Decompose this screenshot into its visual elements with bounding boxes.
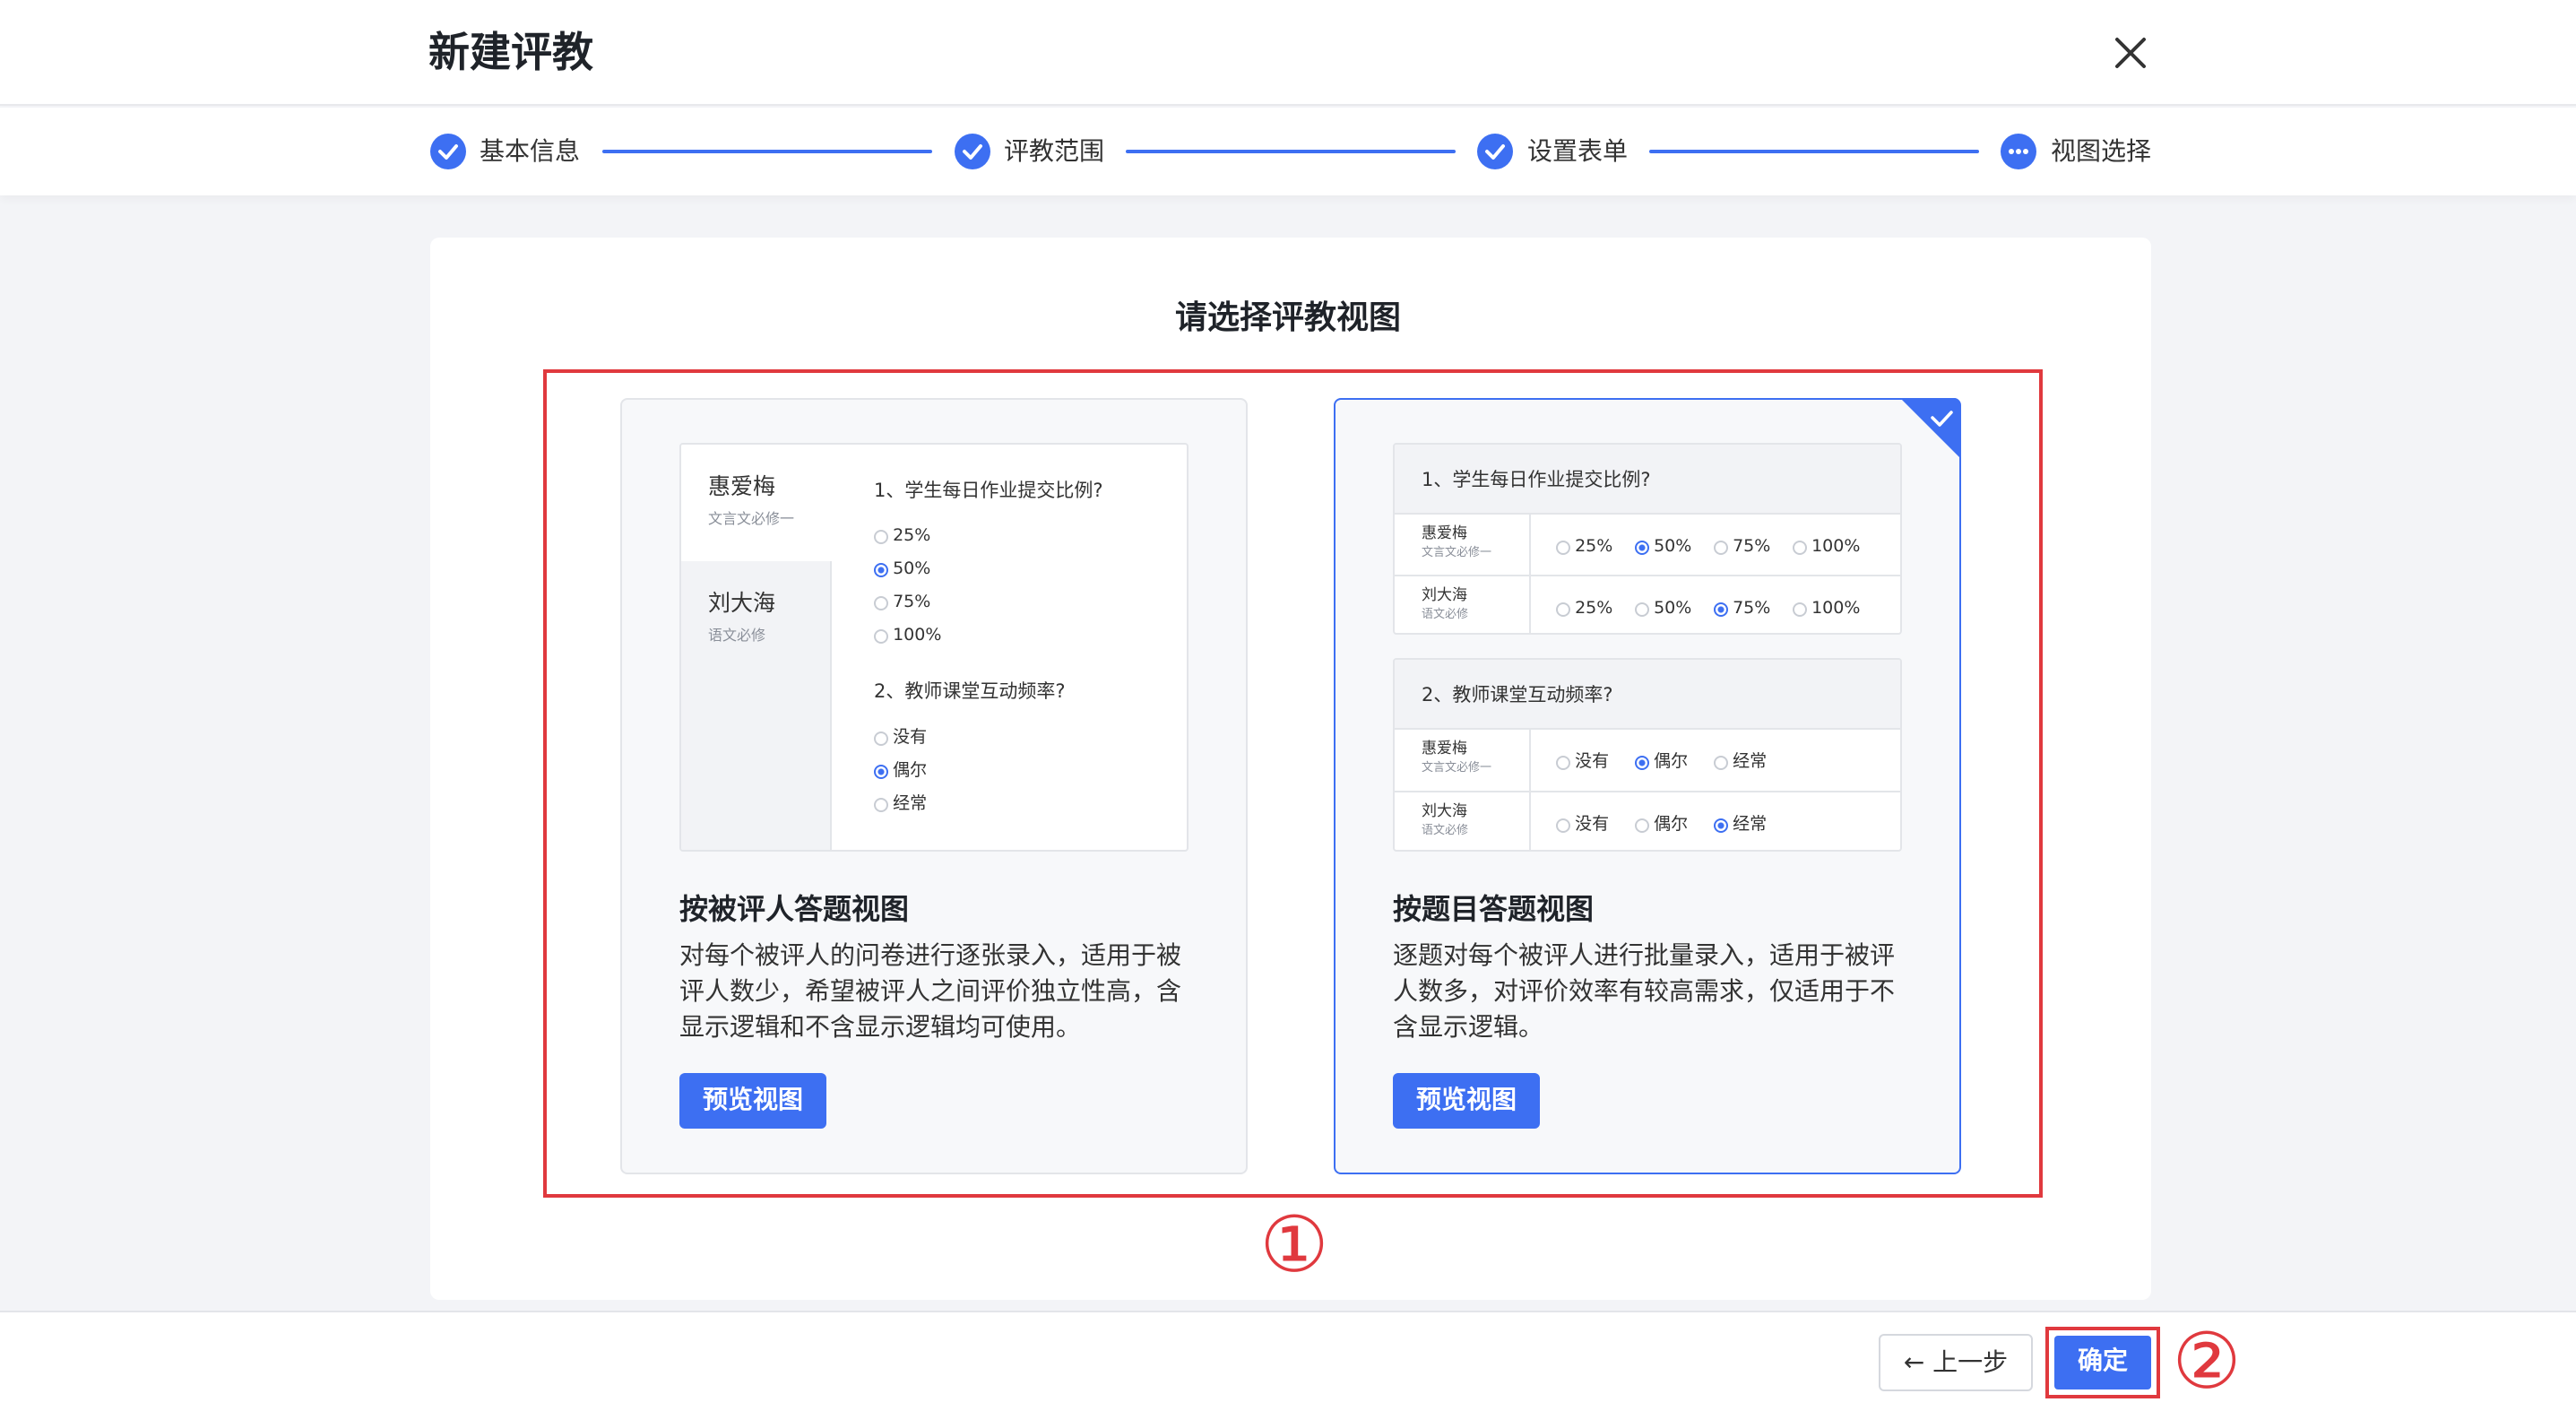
annotation-number-1: ① — [1259, 1200, 1329, 1290]
option-label: 经常 — [1733, 751, 1768, 771]
step-1-label: 基本信息 — [480, 136, 581, 166]
step-connector — [1649, 150, 1979, 153]
step-connector — [1126, 150, 1456, 153]
option-label: 100% — [1811, 536, 1861, 556]
option-label: 50% — [893, 558, 931, 578]
back-label: 上一步 — [1932, 1347, 2009, 1377]
radio-option-selected — [1714, 818, 1728, 833]
option-label: 25% — [893, 525, 931, 545]
option-label: 没有 — [1575, 814, 1610, 834]
arrow-left-icon: ← — [1903, 1347, 1925, 1377]
radio-option — [1556, 755, 1570, 770]
person-course: 文言文必修一 — [1422, 546, 1492, 559]
radio-option — [1556, 540, 1570, 555]
option-label: 50% — [1654, 598, 1692, 618]
step-4-more-icon — [2001, 134, 2036, 169]
option-label: 没有 — [893, 727, 928, 747]
step-1-check-icon — [430, 134, 466, 169]
radio-option — [874, 731, 888, 746]
option-description: 逐题对每个被评人进行批量录入，适用于被评 人数多，对评价效率有较高需求，仅适用于… — [1393, 940, 1896, 1042]
annotation-number-2: ② — [2172, 1317, 2242, 1407]
option-label: 75% — [1733, 598, 1771, 618]
radio-option — [1793, 540, 1807, 555]
person-course: 文言文必修一 — [708, 510, 795, 527]
radio-option — [1635, 602, 1649, 617]
radio-option — [1793, 602, 1807, 617]
option-label: 经常 — [893, 793, 928, 813]
option-label: 75% — [893, 592, 931, 611]
radio-option-selected — [874, 562, 888, 577]
option-label: 100% — [893, 625, 942, 645]
question-title: 2、教师课堂互动频率? — [874, 680, 1066, 702]
radio-option-selected — [1635, 755, 1649, 770]
preview-view-button[interactable]: 预览视图 — [679, 1073, 826, 1129]
radio-option-selected — [1714, 602, 1728, 617]
radio-option — [1714, 755, 1728, 770]
option-label: 偶尔 — [893, 760, 928, 780]
back-button[interactable]: ← 上一步 — [1879, 1334, 2033, 1391]
person-name: 刘大海 — [1422, 586, 1467, 604]
person-name: 惠爱梅 — [1422, 740, 1467, 757]
question-title: 2、教师课堂互动频率? — [1422, 684, 1613, 706]
radio-option — [874, 529, 888, 544]
person-course: 语文必修 — [1422, 824, 1469, 837]
person-name: 惠爱梅 — [708, 473, 776, 499]
step-2-check-icon — [955, 134, 990, 169]
option-label: 偶尔 — [1654, 814, 1689, 834]
question-title: 1、学生每日作业提交比例? — [874, 480, 1103, 501]
page-title: 新建评教 — [428, 28, 593, 76]
option-description: 对每个被评人的问卷进行逐张录入，适用于被 评人数少，希望被评人之间评价独立性高，… — [679, 940, 1182, 1042]
dialog-header — [0, 0, 2576, 106]
preview-mock-by-person: 惠爱梅 文言文必修一 刘大海 语文必修 1、学生每日作业提交比例? 25% 50… — [679, 443, 1189, 852]
option-title: 按题目答题视图 — [1393, 892, 1595, 926]
radio-option — [874, 797, 888, 812]
step-2-label: 评教范围 — [1004, 136, 1105, 166]
close-button[interactable] — [2108, 30, 2153, 75]
confirm-button[interactable]: 确定 — [2054, 1336, 2151, 1389]
radio-option — [1556, 818, 1570, 833]
option-label: 75% — [1733, 536, 1771, 556]
question-block-2: 2、教师课堂互动频率? 惠爱梅 文言文必修一 没有 偶尔 经常 刘大海 语文必修… — [1393, 658, 1902, 852]
option-label: 没有 — [1575, 751, 1610, 771]
card-heading: 请选择评教视图 — [1174, 299, 1401, 336]
option-label: 25% — [1575, 536, 1613, 556]
radio-option-selected — [1635, 540, 1649, 555]
person-item-active — [681, 445, 832, 561]
step-3-label: 设置表单 — [1527, 136, 1629, 166]
radio-option — [1714, 540, 1728, 555]
radio-option — [874, 595, 888, 610]
selected-corner-check-icon — [1900, 398, 1959, 457]
step-connector — [602, 150, 932, 153]
question-block-1: 1、学生每日作业提交比例? 惠爱梅 文言文必修一 25% 50% 75% 100… — [1393, 443, 1902, 635]
close-icon — [2115, 38, 2146, 68]
question-title: 1、学生每日作业提交比例? — [1422, 469, 1651, 490]
person-name: 刘大海 — [708, 590, 776, 616]
option-label: 经常 — [1733, 814, 1768, 834]
step-3-check-icon — [1477, 134, 1513, 169]
step-4-label: 视图选择 — [2051, 136, 2152, 166]
radio-option-selected — [874, 764, 888, 779]
person-name: 刘大海 — [1422, 802, 1467, 820]
option-label: 偶尔 — [1654, 751, 1689, 771]
person-name: 惠爱梅 — [1422, 524, 1467, 542]
person-course: 语文必修 — [1422, 608, 1469, 621]
radio-option — [1556, 602, 1570, 617]
person-course: 文言文必修一 — [1422, 761, 1492, 775]
person-course: 语文必修 — [708, 627, 766, 644]
option-label: 100% — [1811, 598, 1861, 618]
radio-option — [1635, 818, 1649, 833]
radio-option — [874, 628, 888, 644]
preview-view-button[interactable]: 预览视图 — [1393, 1073, 1540, 1129]
option-label: 50% — [1654, 536, 1692, 556]
option-label: 25% — [1575, 598, 1613, 618]
option-title: 按被评人答题视图 — [679, 892, 910, 926]
